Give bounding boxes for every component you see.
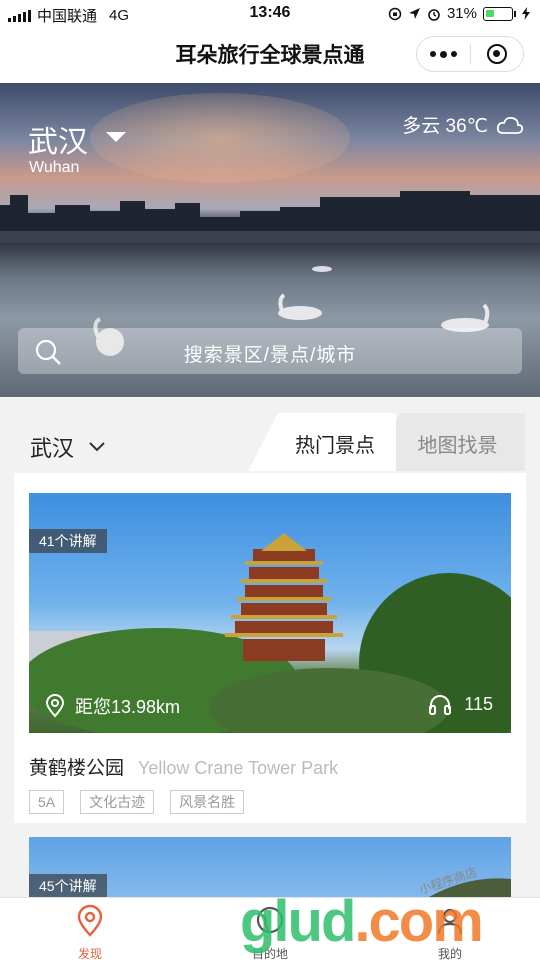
battery-icon — [483, 6, 513, 21]
attraction-tags: 5A 文化古迹 风景名胜 — [29, 790, 245, 814]
city-dropdown-icon[interactable] — [106, 132, 126, 142]
headphones-icon — [429, 695, 452, 715]
tag-category: 文化古迹 — [80, 790, 155, 814]
status-bar: 中国联通 4G 13:46 31% — [0, 0, 540, 28]
page: 中国联通 4G 13:46 31% 耳朵旅行全球景点通 武汉 Wuhan 多云 … — [0, 0, 540, 960]
location-pin-icon — [77, 904, 103, 937]
listen-count-text: 115 — [464, 693, 493, 714]
tab-discover-label: 发现 — [77, 947, 102, 960]
watermark-suffix: .com — [354, 889, 483, 954]
more-dot-icon — [451, 51, 457, 57]
filter-row: 武汉 地图找景 热门景点 — [0, 397, 540, 483]
close-mini-program-button[interactable] — [471, 37, 523, 71]
weather-info: 多云 36℃ — [402, 111, 524, 138]
more-dot-icon — [430, 51, 436, 57]
tab-hot-label: 热门景点 — [295, 435, 375, 457]
cloud-icon — [496, 116, 524, 134]
guide-count-badge: 41个讲解 — [29, 529, 107, 553]
nav-bar: 耳朵旅行全球景点通 — [0, 28, 540, 83]
tab-discover[interactable]: 发现 — [30, 904, 150, 960]
attraction-photo[interactable]: 41个讲解 距您13.98km 115 — [29, 493, 511, 733]
current-city-en: Wuhan — [29, 159, 80, 176]
chevron-down-icon — [89, 442, 105, 452]
mini-program-capsule — [416, 36, 524, 72]
city-skyline-image — [0, 191, 540, 243]
tab-hot-spots[interactable]: 热门景点 — [248, 413, 396, 471]
battery-tip — [514, 10, 516, 17]
location-arrow-icon — [408, 8, 420, 19]
distance-text: 距您13.98km — [75, 697, 181, 717]
watermark-logo: glud.com — [240, 888, 484, 955]
search-bar[interactable]: 搜索景区/景点/城市 — [18, 328, 522, 374]
target-circle-icon — [486, 44, 507, 64]
guide-count-badge: 45个讲解 — [29, 874, 107, 898]
page-title: 耳朵旅行全球景点通 — [175, 44, 365, 67]
list-city-label: 武汉 — [30, 436, 75, 461]
more-dot-icon — [440, 50, 447, 58]
search-placeholder: 搜索景区/景点/城市 — [183, 345, 357, 366]
more-menu-button[interactable] — [417, 37, 470, 71]
sunset-glow — [90, 93, 350, 183]
charging-bolt-icon — [522, 7, 530, 20]
attraction-card[interactable]: 41个讲解 距您13.98km 115 黄鹤楼公园 Yellow Crane T… — [14, 473, 526, 823]
tag-category: 风景名胜 — [170, 790, 245, 814]
battery-percent: 31% — [446, 5, 477, 22]
location-pin-icon — [45, 694, 65, 718]
distance-info: 距您13.98km — [45, 693, 180, 719]
attraction-name-cn: 黄鹤楼公园 — [29, 758, 125, 779]
status-right: 31% — [388, 5, 530, 22]
hero-banner: 武汉 Wuhan 多云 36℃ 搜索景区/景点/城市 — [0, 83, 540, 397]
alarm-icon — [428, 8, 440, 21]
watermark-main: glud — [240, 889, 356, 954]
attraction-title: 黄鹤楼公园 Yellow Crane Tower Park — [29, 753, 338, 780]
current-city-selector[interactable]: 武汉 — [28, 117, 88, 161]
list-city-selector[interactable]: 武汉 — [30, 431, 106, 463]
orientation-lock-icon — [388, 7, 402, 20]
tag-rating: 5A — [29, 790, 65, 814]
attraction-name-en: Yellow Crane Tower Park — [138, 758, 339, 778]
listen-count: 115 — [428, 693, 493, 715]
weather-text: 多云 36℃ — [402, 116, 488, 137]
